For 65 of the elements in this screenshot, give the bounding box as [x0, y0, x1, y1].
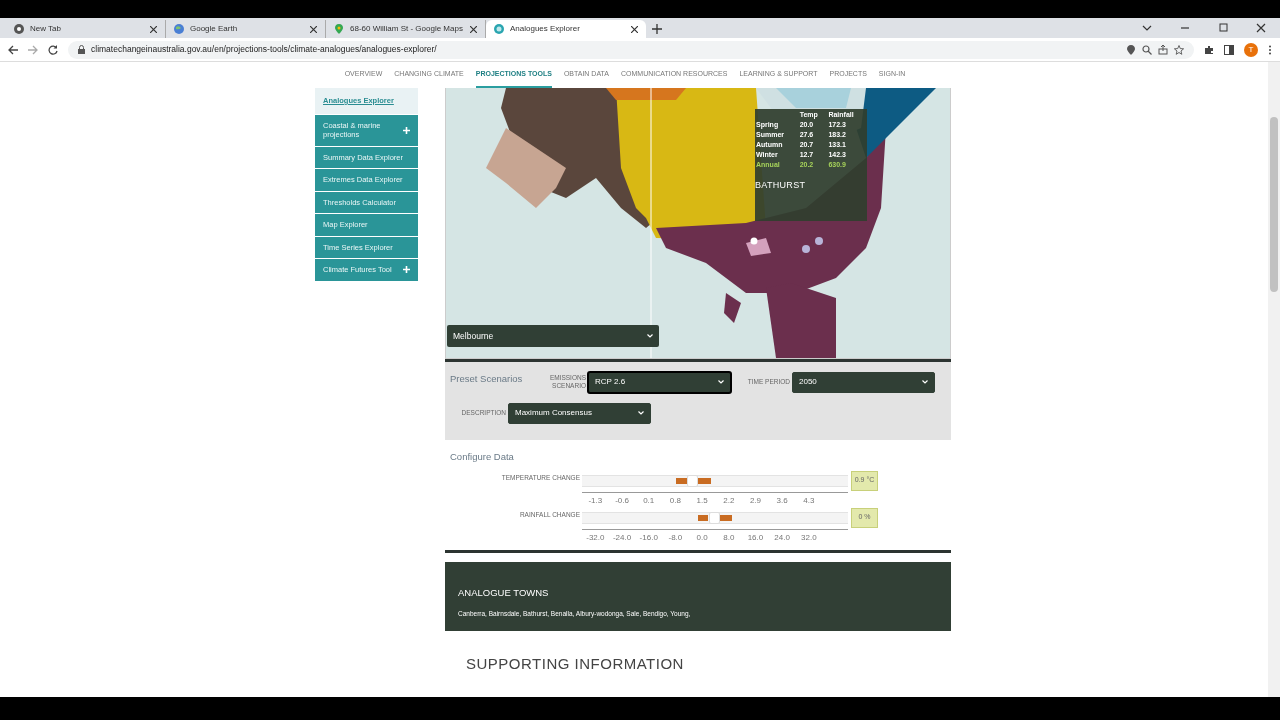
select-field[interactable]: Maximum Consensus — [508, 402, 651, 424]
share-icon[interactable] — [1158, 44, 1168, 55]
profile-avatar[interactable]: T — [1244, 42, 1258, 57]
map-pin-icon — [334, 24, 344, 34]
globe-icon — [494, 24, 504, 34]
new-tab-icon[interactable] — [652, 24, 662, 34]
tick-label: 2.9 — [748, 494, 763, 505]
tick-label: 3.6 — [775, 494, 789, 505]
browser-logo-icon — [14, 24, 24, 34]
section-heading: SUPPORTING INFORMATION — [465, 653, 685, 674]
chevron-down-icon — [718, 380, 724, 385]
plus-icon[interactable] — [403, 126, 410, 134]
range-bar — [697, 514, 709, 521]
range-bar — [719, 514, 733, 521]
plus-icon[interactable] — [403, 266, 410, 274]
tick-label: -1.3 — [587, 494, 604, 505]
range-bar — [697, 477, 711, 484]
chevron-down-icon[interactable] — [1142, 23, 1152, 33]
reload-icon[interactable] — [48, 44, 58, 55]
side-panel-icon[interactable] — [1224, 44, 1234, 55]
close-icon[interactable] — [310, 25, 317, 33]
tick-label: 0.0 — [695, 531, 709, 542]
tick-label: -0.6 — [614, 494, 630, 505]
address-bar[interactable]: climatechangeinaustralia.gov.au/en/projections-tools/climate-analogues/analogues-explorer/ — [68, 40, 1194, 59]
star-icon[interactable] — [1174, 44, 1184, 55]
section-title: Preset Scenarios — [450, 371, 524, 386]
back-icon[interactable] — [8, 44, 18, 55]
puzzle-icon[interactable] — [1204, 44, 1214, 55]
section-title: ANALOGUE TOWNS — [458, 586, 550, 601]
tick-label: 4.3 — [802, 494, 816, 505]
select-field[interactable]: RCP 2.6 — [588, 371, 731, 393]
zoom-icon[interactable] — [1142, 44, 1152, 55]
scrollbar[interactable] — [1268, 62, 1280, 697]
tick-label: 0.8 — [668, 494, 682, 505]
tick-label: 1.5 — [695, 494, 709, 505]
section-title: Configure Data — [450, 450, 515, 465]
browser-tab[interactable]: Analogues Explorer — [486, 20, 646, 38]
tick-label: 32.0 — [800, 531, 818, 542]
tick-label: -8.0 — [667, 531, 684, 542]
chevron-down-icon — [638, 411, 644, 416]
more-icon[interactable] — [1268, 44, 1272, 55]
lock-icon — [78, 45, 85, 54]
location-icon[interactable] — [1126, 44, 1136, 55]
globe-icon — [174, 24, 184, 34]
location-dropdown[interactable]: Melbourne — [447, 325, 659, 347]
close-icon[interactable] — [470, 25, 477, 33]
tick-label: 8.0 — [722, 531, 736, 542]
close-icon[interactable] — [150, 25, 157, 33]
chevron-down-icon — [922, 380, 928, 385]
town-name: BATHURST — [755, 179, 807, 192]
chevron-down-icon — [647, 334, 653, 338]
tick-label: -32.0 — [585, 531, 606, 542]
tick-label: -24.0 — [611, 531, 633, 542]
close-icon[interactable] — [631, 25, 638, 33]
restore-icon[interactable] — [1218, 23, 1228, 33]
close-icon[interactable] — [1256, 23, 1266, 33]
slider-thumb[interactable] — [708, 511, 720, 524]
range-bar — [676, 477, 688, 484]
slider-thumb[interactable] — [687, 474, 699, 487]
tick-label: 0.1 — [642, 494, 656, 505]
tick-label: -16.0 — [638, 531, 659, 542]
tick-label: 2.2 — [722, 494, 736, 505]
tick-label: 24.0 — [773, 531, 791, 542]
tick-label: 16.0 — [746, 531, 765, 542]
select-field[interactable]: 2050 — [792, 371, 935, 393]
